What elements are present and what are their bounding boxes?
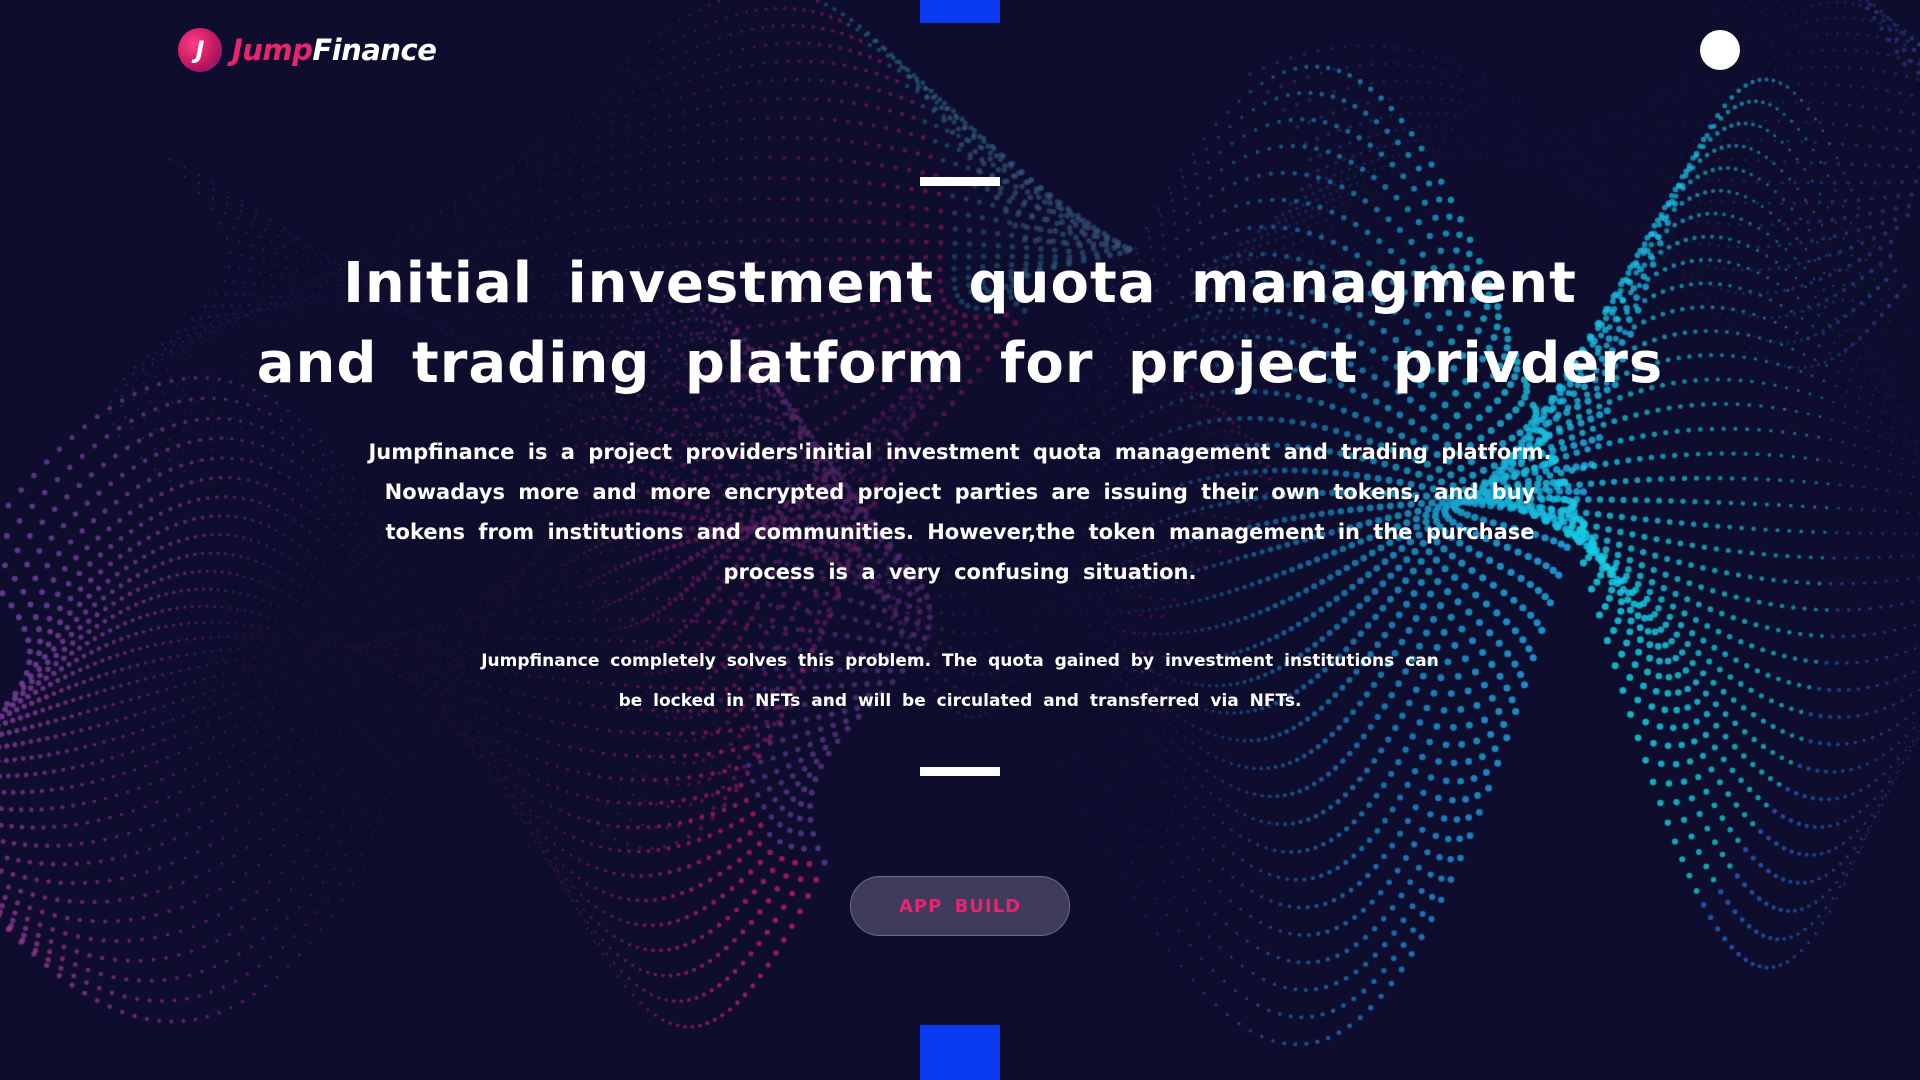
hero-subdescription-line-2: be locked in NFTs and will be circulated… xyxy=(618,691,1302,711)
logo-badge-icon: J xyxy=(178,28,222,72)
hero-description: Jumpfinance is a project providers'initi… xyxy=(368,440,1552,584)
hero-subdescription: Jumpfinance completely solves this probl… xyxy=(440,641,1480,721)
logo-text-finance: Finance xyxy=(312,33,437,67)
hero-title: Initial investment quota managment and t… xyxy=(200,244,1720,404)
logo-text-jump: Jump xyxy=(232,33,313,67)
divider-bottom xyxy=(920,767,1000,776)
bottom-accent-block xyxy=(920,1025,1000,1080)
hero-subdescription-line-1: Jumpfinance completely solves this probl… xyxy=(481,651,1439,671)
brand-logo[interactable]: J JumpFinance xyxy=(178,28,437,72)
divider-top xyxy=(920,177,1000,186)
top-accent-block xyxy=(920,0,1000,23)
hero-title-line-2: and trading platform for project privder… xyxy=(256,331,1664,396)
menu-toggle-icon[interactable] xyxy=(1700,30,1740,70)
hero-title-line-1: Initial investment quota managment xyxy=(343,251,1577,316)
app-build-button[interactable]: APP BUILD xyxy=(850,876,1070,936)
logo-wordmark: JumpFinance xyxy=(232,33,437,67)
